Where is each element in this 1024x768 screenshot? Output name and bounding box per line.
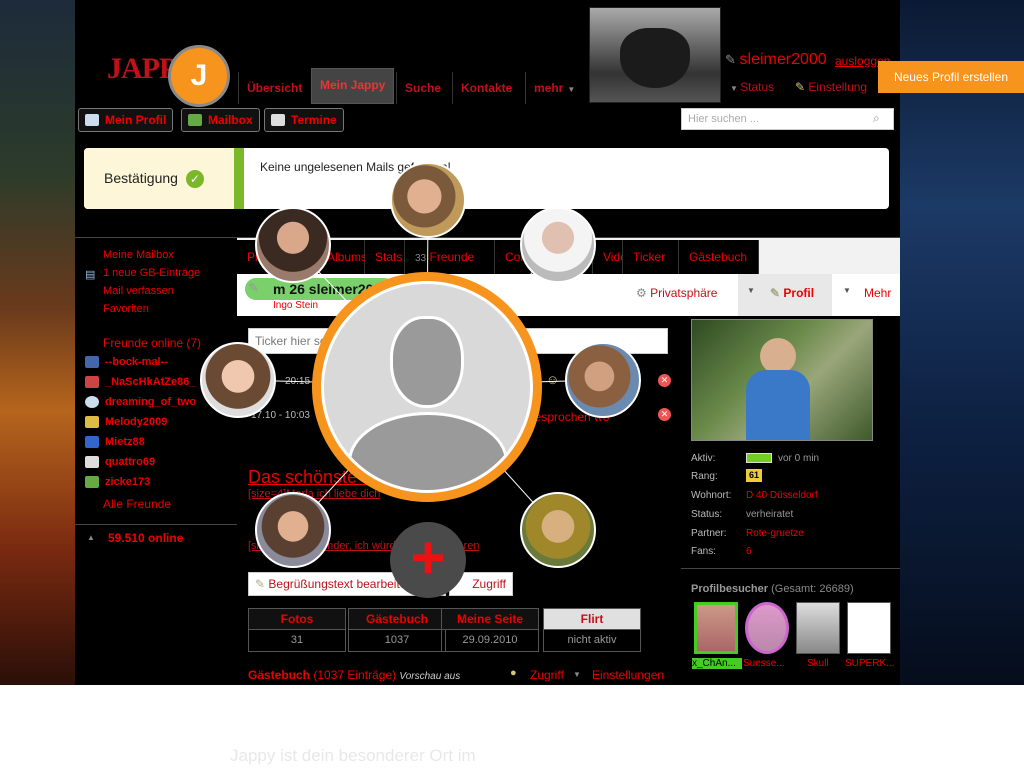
default-avatar-icon	[321, 281, 533, 493]
footer-tagline: Jappy ist dein besonderer Ort im	[230, 746, 476, 765]
friend-avatar-bubble[interactable]	[255, 207, 331, 283]
add-plus-button[interactable]: +	[390, 522, 466, 598]
friend-avatar-bubble[interactable]	[520, 492, 596, 568]
friend-avatar-bubble[interactable]	[565, 342, 641, 418]
avatar-body-shape	[348, 412, 508, 490]
friend-avatar-bubble[interactable]	[255, 492, 331, 568]
central-avatar[interactable]	[312, 272, 542, 502]
friend-avatar-bubble[interactable]	[520, 207, 596, 283]
friend-avatar-bubble[interactable]	[200, 342, 276, 418]
avatar-head-shape	[390, 316, 464, 408]
friend-avatar-bubble[interactable]	[390, 162, 466, 238]
new-profile-button[interactable]: Neues Profil erstellen	[878, 61, 1024, 93]
